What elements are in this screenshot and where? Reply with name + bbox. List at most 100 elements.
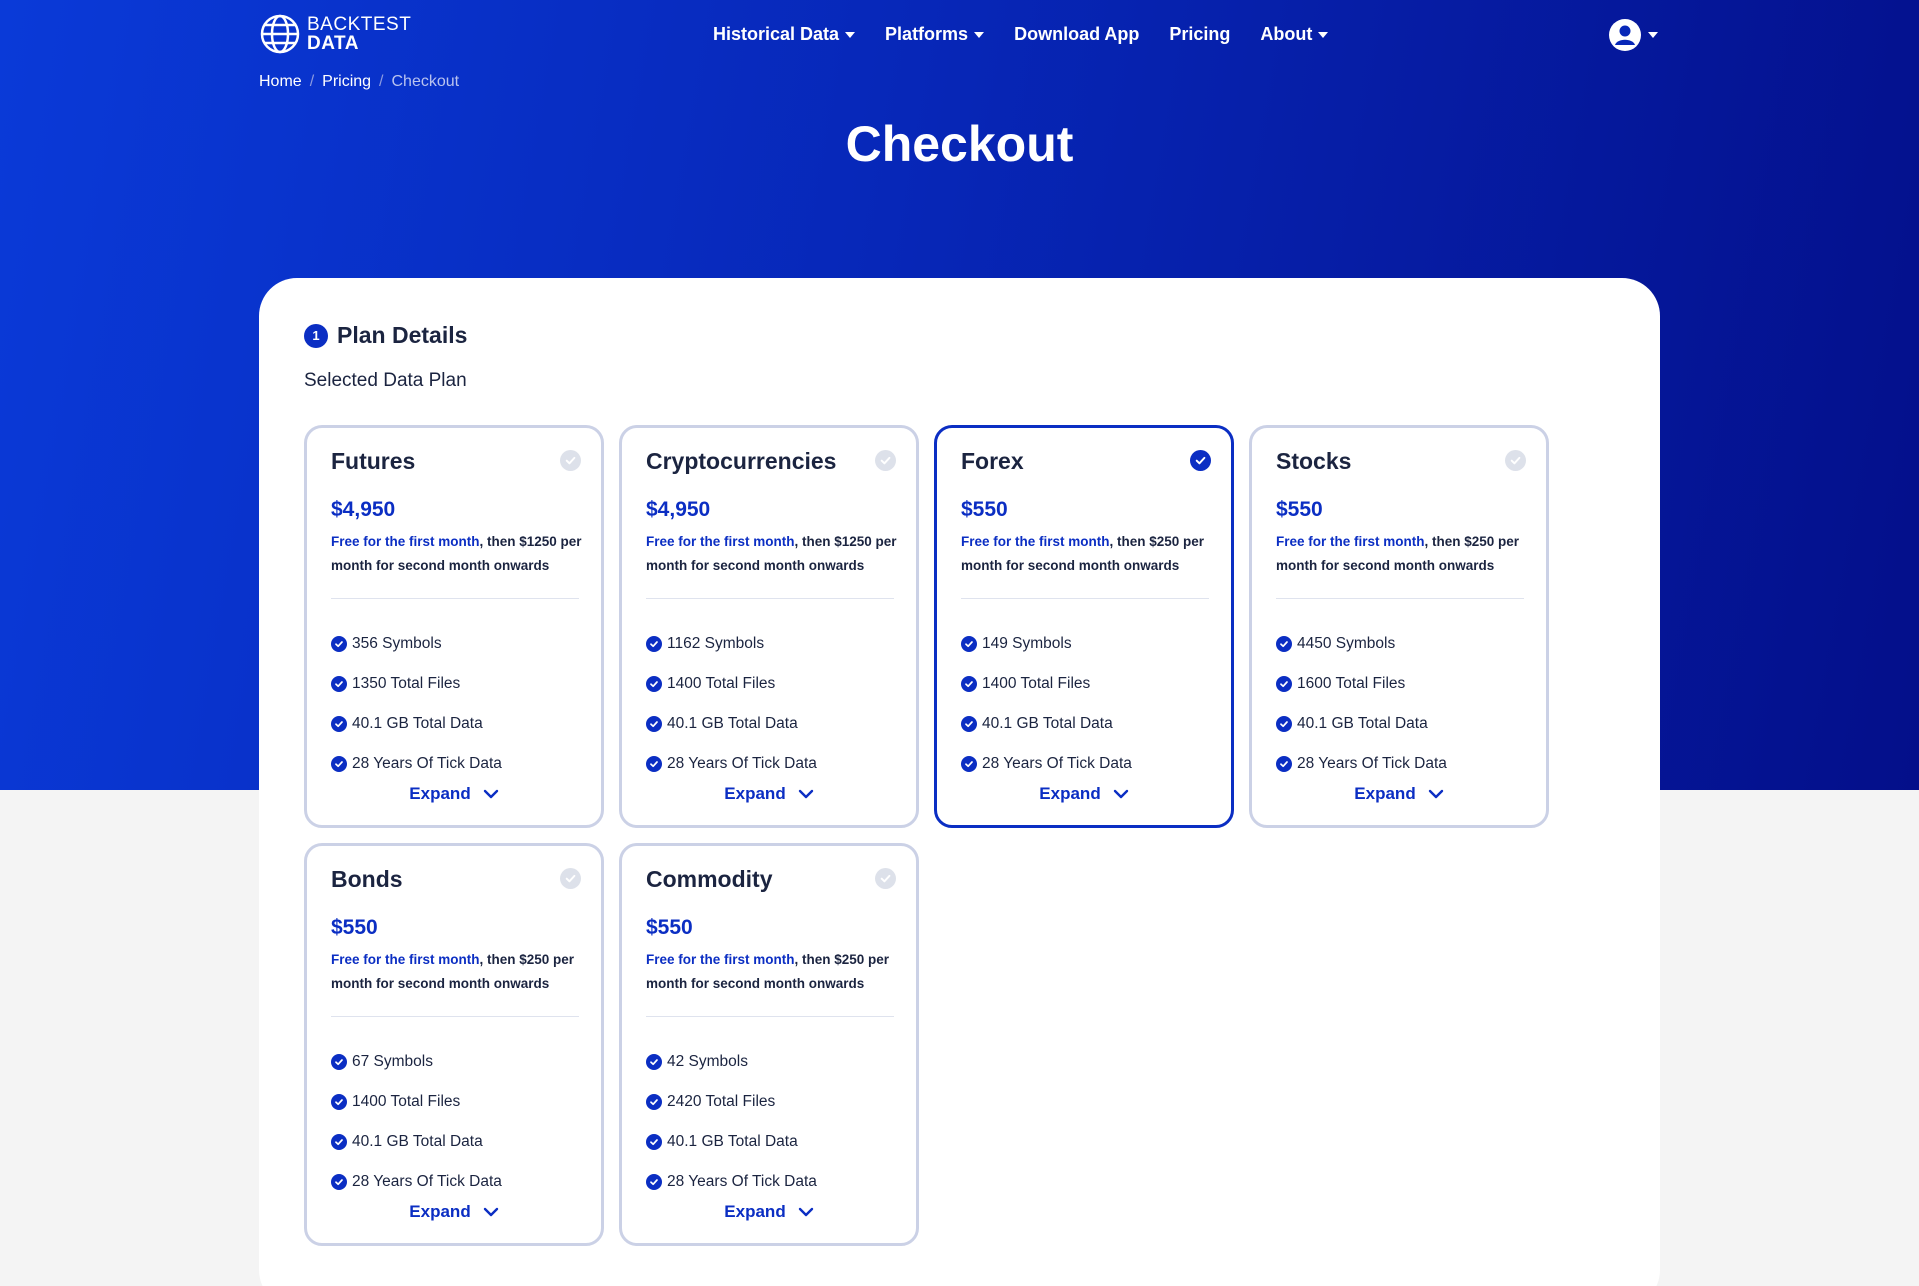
plan-select-check-icon[interactable]	[560, 868, 581, 889]
nav-label: Platforms	[885, 24, 969, 44]
nav-label: Pricing	[1169, 24, 1231, 44]
plan-select-check-icon[interactable]	[1190, 450, 1211, 471]
check-circle-icon	[961, 676, 977, 692]
plan-card-stocks[interactable]: Stocks $550 Free for the first month, th…	[1249, 425, 1549, 828]
caret-down-icon	[974, 31, 985, 38]
plan-card-forex[interactable]: Forex $550 Free for the first month, the…	[934, 425, 1234, 828]
plan-feature-item: 28 Years Of Tick Data	[331, 744, 502, 784]
checkout-panel: 1 Plan Details Selected Data Plan Future…	[259, 278, 1660, 1286]
chevron-down-icon	[483, 789, 498, 799]
check-circle-icon	[646, 756, 662, 772]
plan-divider	[1276, 598, 1524, 599]
check-circle-icon	[646, 636, 662, 652]
plan-feature-item: 28 Years Of Tick Data	[961, 744, 1132, 784]
nav-about[interactable]: About	[1260, 24, 1329, 45]
plan-divider	[961, 598, 1209, 599]
plan-price: $4,950	[646, 498, 711, 521]
breadcrumb-separator: /	[379, 73, 384, 90]
plan-divider	[331, 598, 579, 599]
expand-label: Expand	[724, 1202, 786, 1221]
globe-icon	[260, 14, 300, 54]
plan-select-check-icon[interactable]	[875, 868, 896, 889]
plan-free-text: Free for the first month	[331, 952, 480, 967]
plan-billing-note: Free for the first month, then $250 per …	[1276, 530, 1536, 578]
check-circle-icon	[1276, 756, 1292, 772]
check-circle-icon	[961, 636, 977, 652]
plan-free-text: Free for the first month	[331, 534, 480, 549]
plan-feature-text: 28 Years Of Tick Data	[1297, 755, 1447, 772]
plan-feature-item: 1400 Total Files	[646, 664, 817, 704]
plan-feature-item: 1350 Total Files	[331, 664, 502, 704]
account-menu[interactable]	[1608, 18, 1658, 52]
plan-feature-item: 28 Years Of Tick Data	[1276, 744, 1447, 784]
plan-feature-list: 67 Symbols 1400 Total Files 40.1 GB Total …	[331, 1042, 502, 1202]
plan-feature-text: 1350 Total Files	[352, 675, 461, 692]
plan-feature-text: 42 Symbols	[667, 1053, 748, 1070]
plan-feature-text: 40.1 GB Total Data	[1297, 715, 1428, 732]
plan-card-cryptocurrencies[interactable]: Cryptocurrencies $4,950 Free for the fir…	[619, 425, 919, 828]
main-nav: Historical Data Platforms Download App P…	[713, 24, 1329, 45]
plan-card-bonds[interactable]: Bonds $550 Free for the first month, the…	[304, 843, 604, 1246]
plan-expand-button[interactable]: Expand	[1252, 784, 1546, 804]
check-circle-icon	[331, 1174, 347, 1190]
plan-feature-text: 1162 Symbols	[667, 635, 765, 652]
plan-name: Stocks	[1276, 448, 1352, 474]
plan-expand-button[interactable]: Expand	[307, 1202, 601, 1222]
plan-feature-text: 4450 Symbols	[1297, 635, 1396, 652]
plan-feature-item: 40.1 GB Total Data	[331, 704, 502, 744]
plan-feature-list: 4450 Symbols 1600 Total Files 40.1 GB Tota…	[1276, 624, 1447, 784]
plan-feature-list: 1162 Symbols 1400 Total Files 40.1 GB Tota…	[646, 624, 817, 784]
check-circle-icon	[1276, 676, 1292, 692]
plan-feature-text: 149 Symbols	[982, 635, 1072, 652]
breadcrumb-separator: /	[309, 73, 315, 90]
site-logo[interactable]: BACKTEST DATA	[259, 13, 411, 55]
plan-feature-list: 149 Symbols 1400 Total Files 40.1 GB Total…	[961, 624, 1132, 784]
plan-expand-button[interactable]: Expand	[622, 784, 916, 804]
plan-select-check-icon[interactable]	[560, 450, 581, 471]
plan-feature-item: 1600 Total Files	[1276, 664, 1447, 704]
plan-feature-text: 40.1 GB Total Data	[352, 1133, 483, 1150]
chevron-down-icon	[798, 789, 813, 799]
nav-platforms[interactable]: Platforms	[885, 24, 985, 45]
plan-feature-text: 1400 Total Files	[667, 675, 776, 692]
breadcrumb-current: Checkout	[391, 73, 460, 90]
caret-down-icon	[1318, 31, 1329, 38]
check-circle-icon	[331, 636, 347, 652]
plan-select-check-icon[interactable]	[1505, 450, 1526, 471]
plan-feature-item: 40.1 GB Total Data	[646, 704, 817, 744]
check-circle-icon	[646, 1094, 662, 1110]
plan-free-text: Free for the first month	[961, 534, 1110, 549]
plan-feature-item: 2420 Total Files	[646, 1082, 817, 1122]
plan-feature-text: 67 Symbols	[352, 1053, 433, 1070]
plan-feature-item: 40.1 GB Total Data	[646, 1122, 817, 1162]
plan-feature-item: 40.1 GB Total Data	[961, 704, 1132, 744]
plan-name: Forex	[961, 448, 1024, 474]
plan-select-check-icon[interactable]	[875, 450, 896, 471]
chevron-down-icon	[1113, 789, 1128, 799]
check-circle-icon	[646, 1054, 662, 1070]
plan-expand-button[interactable]: Expand	[622, 1202, 916, 1222]
nav-label: Historical Data	[713, 24, 840, 44]
check-circle-icon	[1276, 636, 1292, 652]
nav-download-app[interactable]: Download App	[1014, 24, 1139, 45]
plan-free-text: Free for the first month	[1276, 534, 1425, 549]
plan-price: $4,950	[331, 498, 396, 521]
check-circle-icon	[646, 1174, 662, 1190]
plan-feature-item: 4450 Symbols	[1276, 624, 1447, 664]
nav-historical-data[interactable]: Historical Data	[713, 24, 856, 45]
plan-name: Commodity	[646, 866, 773, 892]
breadcrumb-home[interactable]: Home	[259, 73, 302, 91]
plan-card-futures[interactable]: Futures $4,950 Free for the first month,…	[304, 425, 604, 828]
plan-expand-button[interactable]: Expand	[307, 784, 601, 804]
check-circle-icon	[331, 676, 347, 692]
check-circle-icon	[331, 756, 347, 772]
plan-feature-text: 356 Symbols	[352, 635, 442, 652]
plan-expand-button[interactable]: Expand	[937, 784, 1231, 804]
plan-feature-item: 149 Symbols	[961, 624, 1132, 664]
nav-pricing[interactable]: Pricing	[1169, 24, 1230, 45]
plan-free-text: Free for the first month	[646, 952, 795, 967]
selected-plan-label: Selected Data Plan	[304, 370, 467, 391]
plan-feature-text: 1400 Total Files	[352, 1093, 461, 1110]
breadcrumb-pricing[interactable]: Pricing	[322, 73, 371, 91]
plan-card-commodity[interactable]: Commodity $550 Free for the first month,…	[619, 843, 919, 1246]
